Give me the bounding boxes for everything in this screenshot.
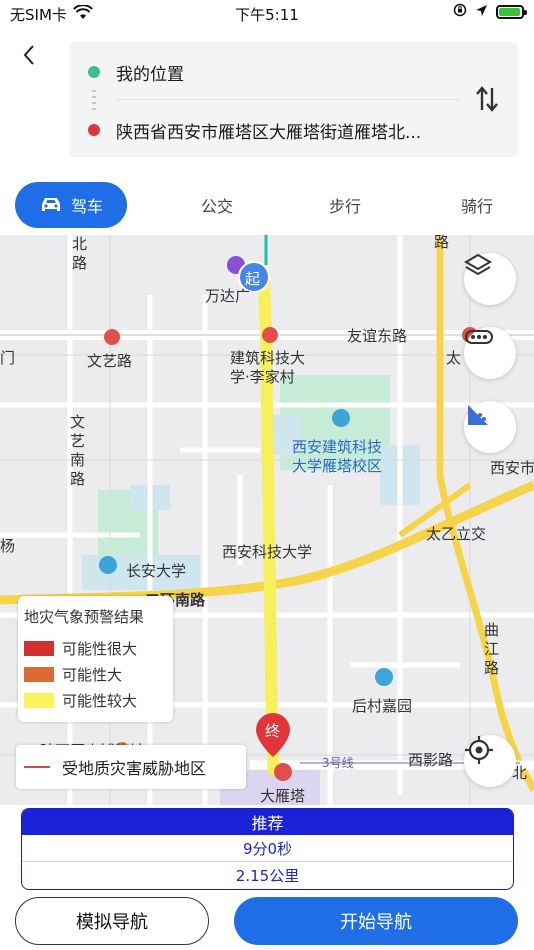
map-label-tai-right: 太: [446, 349, 462, 367]
tab-walk[interactable]: 步行: [308, 182, 382, 228]
transport-tabs: 驾车 公交 步行 骑行: [0, 182, 534, 228]
traffic-button[interactable]: [464, 327, 516, 379]
map-label-xian-sci: 西安科技大学: [222, 543, 313, 561]
origin-dot-icon: [88, 66, 100, 78]
location-arrow-icon: [475, 3, 488, 21]
threat-line-swatch: [24, 766, 50, 768]
origin-text: 我的位置: [116, 64, 184, 85]
map-label-qujiang: 曲江路: [484, 621, 500, 677]
metro-station-icon: [104, 329, 120, 345]
hazard-legend: 地灾气象预警结果 可能性很大 可能性大 可能性较大: [18, 596, 173, 722]
swap-route-button[interactable]: [474, 84, 500, 114]
tab-drive[interactable]: 驾车: [15, 182, 127, 228]
route-connector: [92, 90, 96, 110]
map-label-jianzhu-campus-2: 大学雁塔校区: [292, 457, 383, 475]
legend-title: 地灾气象预警结果: [24, 608, 145, 626]
legend-item: 可能性较大: [24, 687, 167, 713]
map-label-xian-right: 西安市: [490, 459, 534, 477]
battery-fill: [499, 8, 520, 16]
tab-bike-label: 骑行: [460, 197, 493, 216]
route-summary-card[interactable]: 推荐 9分0秒 2.15公里: [21, 808, 514, 890]
route-distance: 2.15公里: [235, 866, 300, 885]
tab-drive-label: 驾车: [70, 197, 103, 216]
orientation-lock-icon: [453, 3, 467, 21]
tab-bus-label: 公交: [200, 197, 233, 216]
school-poi-icon: [99, 556, 117, 574]
dayanta-poi-icon: [274, 763, 292, 781]
start-marker-label: 起: [245, 270, 261, 288]
metro-station-icon: [262, 327, 278, 343]
tab-bus[interactable]: 公交: [180, 182, 254, 228]
map-label-changan-uni: 长安大学: [126, 562, 187, 580]
destination-text: 陕西省西安市雁塔区大雁塔街道雁塔北...: [116, 122, 422, 143]
school-poi-icon: [332, 409, 350, 427]
threat-area-legend: 受地质灾害威胁地区: [16, 745, 246, 789]
map-label-dayanta: 大雁塔: [260, 787, 306, 805]
battery-icon: [496, 5, 527, 19]
residence-poi-icon: [375, 668, 393, 686]
crosshair-icon: [465, 736, 493, 764]
destination-dot-icon: [88, 124, 100, 136]
map-label-men-left: 门: [0, 349, 16, 367]
map-label-houcun: 后村嘉园: [352, 697, 413, 715]
traffic-icon: [465, 330, 493, 344]
simulate-navigation-button[interactable]: 模拟导航: [15, 897, 209, 945]
map-label-youyi-east: 友谊东路: [347, 327, 408, 345]
map-label-wanda: 万达广: [205, 287, 251, 305]
legend-swatch: [24, 692, 54, 708]
start-navigation-button[interactable]: 开始导航: [234, 897, 518, 945]
map-label-taiyi: 太乙立交: [426, 525, 487, 543]
map-label-wenyi: 文艺路: [87, 352, 133, 370]
route-divider: [116, 99, 460, 100]
route-input-panel: 我的位置 陕西省西安市雁塔区大雁塔街道雁塔北...: [70, 42, 518, 157]
car-icon: [41, 198, 60, 211]
layers-icon: [464, 253, 492, 276]
landslide-icon: [468, 405, 488, 425]
map-label-wenyi-south: 文艺南路: [70, 413, 86, 488]
app-root: 无SIM卡 下午5:11 我的位置 陕西省西安市雁塔区大雁塔街道雁塔北... 驾…: [0, 0, 534, 950]
map-label-jianzhu-li: 学·李家村: [230, 368, 295, 386]
status-right: [453, 3, 527, 21]
route-duration: 9分0秒: [242, 839, 293, 858]
end-marker-label: 终: [265, 722, 281, 740]
map-label-jianzhu-campus-1: 西安建筑科技: [292, 438, 383, 456]
status-bar: 无SIM卡 下午5:11: [0, 0, 534, 28]
threat-area-label: 受地质灾害威胁地区: [62, 759, 207, 778]
legend-swatch: [24, 640, 54, 656]
legend-item-label: 可能性大: [62, 665, 123, 684]
swap-arrows-icon: [476, 86, 498, 112]
back-button[interactable]: [14, 40, 44, 70]
map-label-road-top-right: 路: [434, 235, 450, 251]
legend-item: 可能性大: [24, 661, 167, 687]
route-card-title: 推荐: [22, 809, 513, 835]
map-label-yang-left: 杨: [0, 537, 16, 555]
layers-button[interactable]: [464, 253, 516, 305]
map-label-line3: 3号线: [322, 756, 354, 770]
map-label-north-road: 北路: [72, 235, 88, 272]
legend-item: 可能性很大: [24, 635, 167, 661]
map-label-jianzhu-uni: 建筑科技大: [230, 349, 306, 367]
destination-field[interactable]: 陕西省西安市雁塔区大雁塔街道雁塔北...: [88, 115, 448, 145]
map-label-xiying: 西影路: [408, 751, 454, 769]
legend-item-label: 可能性很大: [62, 639, 138, 658]
locate-me-button[interactable]: [464, 735, 516, 787]
legend-swatch: [24, 666, 54, 682]
chevron-left-icon: [23, 45, 34, 65]
geo-hazard-button[interactable]: [464, 401, 516, 453]
tab-walk-label: 步行: [328, 197, 361, 216]
tab-bike[interactable]: 骑行: [440, 182, 514, 228]
legend-item-label: 可能性较大: [62, 691, 138, 710]
origin-field[interactable]: 我的位置: [88, 57, 448, 87]
